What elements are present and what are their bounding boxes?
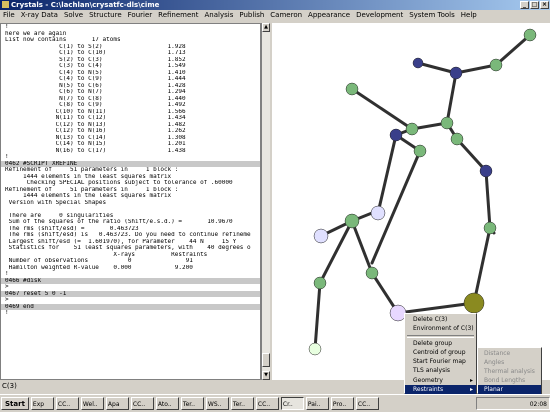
context-menu: Delete C(3) Environment of C(3) Delete g… (404, 313, 477, 395)
ctx-delete-group[interactable]: Delete group (405, 339, 476, 348)
hydrogen-atom[interactable] (370, 205, 386, 221)
nitrogen-atom[interactable] (449, 66, 463, 80)
menu-development[interactable]: Development (353, 10, 406, 21)
taskbar-button[interactable]: CC.. (255, 397, 279, 410)
restraints-submenu: Distance Angles Thermal analysis Bond Le… (477, 347, 542, 394)
ctx-tls-analysis[interactable]: TLS analysis (405, 366, 476, 375)
window-title: Crystals - C:\lachlan\crysatfc-dls\cime (11, 1, 160, 9)
bond (313, 281, 322, 351)
menu-appearance[interactable]: Appearance (305, 10, 353, 21)
carbon-atom[interactable] (413, 144, 427, 158)
hydrogen-atom[interactable] (308, 342, 322, 356)
taskbar-button[interactable]: Cr.. (280, 397, 304, 410)
carbon-atom[interactable] (313, 276, 327, 290)
sulfur-atom[interactable] (463, 292, 485, 314)
menu-refinement[interactable]: Refinement (155, 10, 201, 21)
vertical-scrollbar[interactable]: ▲ ▼ (261, 23, 270, 380)
submenu-arrow-icon: ▸ (469, 386, 473, 394)
carbon-atom[interactable] (483, 221, 497, 235)
minimize-button[interactable]: _ (520, 1, 529, 9)
submenu-arrow-icon: ▸ (469, 376, 473, 384)
taskbar-button[interactable]: Pai.. (305, 397, 329, 410)
carbon-atom[interactable] (440, 116, 454, 130)
title-bar: Crystals - C:\lachlan\crysatfc-dls\cime … (0, 0, 550, 10)
taskbar-button[interactable]: CC.. (55, 397, 79, 410)
menu-file[interactable]: File (0, 10, 18, 21)
ctx-delete-atom[interactable]: Delete C(3) (405, 315, 476, 324)
system-tray: 02:08 (476, 397, 550, 410)
bond (494, 33, 532, 67)
carbon-atom[interactable] (450, 132, 464, 146)
ctx-restraints-label: Restraints (413, 386, 444, 394)
separator (407, 334, 474, 338)
menu-solve[interactable]: Solve (61, 10, 86, 21)
carbon-atom[interactable] (365, 266, 379, 280)
menu-fourier[interactable]: Fourier (125, 10, 156, 21)
bond (350, 219, 374, 275)
scroll-down-arrow-icon[interactable]: ▼ (262, 371, 270, 380)
sub-angles[interactable]: Angles (478, 358, 541, 367)
close-button[interactable]: × (540, 1, 549, 9)
bond (350, 87, 414, 131)
clock: 02:08 (529, 401, 547, 408)
bond (376, 133, 398, 215)
nitrogen-atom[interactable] (479, 164, 493, 178)
menu-structure[interactable]: Structure (86, 10, 125, 21)
taskbar-button[interactable]: Ter.. (230, 397, 254, 410)
ctx-centroid-group[interactable]: Centroid of group (405, 348, 476, 357)
menu-xray-data[interactable]: X-ray Data (18, 10, 61, 21)
sub-distance[interactable]: Distance (478, 349, 541, 358)
carbon-atom[interactable] (489, 58, 503, 72)
sub-bond-lengths[interactable]: Bond Lengths (478, 376, 541, 385)
taskbar-button[interactable]: Wel.. (80, 397, 104, 410)
maximize-button[interactable]: □ (530, 1, 539, 9)
bond (445, 71, 458, 125)
bond (472, 226, 492, 305)
taskbar-button[interactable]: Apa (105, 397, 129, 410)
bond (396, 301, 476, 315)
menu-system-tools[interactable]: System Tools (406, 10, 458, 21)
start-button[interactable]: Start (1, 397, 29, 410)
menu-analysis[interactable]: Analysis (202, 10, 237, 21)
taskbar-button[interactable]: Exp (30, 397, 54, 410)
nitrogen-atom[interactable] (389, 128, 403, 142)
bond (484, 169, 492, 230)
carbon-atom[interactable] (405, 122, 419, 136)
menu-publish[interactable]: Publish (236, 10, 267, 21)
taskbar-button[interactable]: CC.. (130, 397, 154, 410)
taskbar-button[interactable]: Ato.. (155, 397, 179, 410)
sub-thermal-analysis[interactable]: Thermal analysis (478, 367, 541, 376)
scroll-thumb[interactable] (262, 353, 270, 367)
ctx-geometry[interactable]: Geometry ▸ (405, 376, 476, 385)
bond (455, 137, 488, 173)
ctx-geometry-label: Geometry (413, 376, 443, 384)
carbon-atom[interactable] (523, 28, 537, 42)
menu-help[interactable]: Help (458, 10, 480, 21)
app-icon (2, 1, 9, 8)
carbon-atom[interactable] (344, 213, 360, 229)
taskbar: Start Exp CC.. Wel.. Apa CC.. Ato.. Ter.. WS.. T… (0, 394, 550, 412)
taskbar-button[interactable]: Ter.. (180, 397, 204, 410)
taskbar-button[interactable]: Pro.. (330, 397, 354, 410)
ctx-environment[interactable]: Environment of C(3) (405, 324, 476, 333)
carbon-atom[interactable] (345, 82, 359, 96)
ctx-restraints[interactable]: Restraints ▸ (405, 385, 476, 395)
menu-bar: File X-ray Data Solve Structure Fourier … (0, 10, 550, 21)
ctx-start-fourier[interactable]: Start Fourier map (405, 357, 476, 366)
taskbar-button[interactable]: WS.. (205, 397, 229, 410)
scroll-up-arrow-icon[interactable]: ▲ (262, 23, 270, 32)
output-line: ! (5, 310, 9, 316)
output-text-pane[interactable]: ! here we are again List now contains 17 a… (0, 23, 261, 380)
menu-cameron[interactable]: Cameron (267, 10, 305, 21)
taskbar-button[interactable]: CC.. (355, 397, 379, 410)
nitrogen-atom[interactable] (412, 57, 424, 69)
hydrogen-atom[interactable] (313, 228, 329, 244)
sub-planar[interactable]: Planar (478, 385, 541, 394)
task-list: Exp CC.. Wel.. Apa CC.. Ato.. Ter.. WS.. Ter.. CC… (30, 397, 379, 410)
